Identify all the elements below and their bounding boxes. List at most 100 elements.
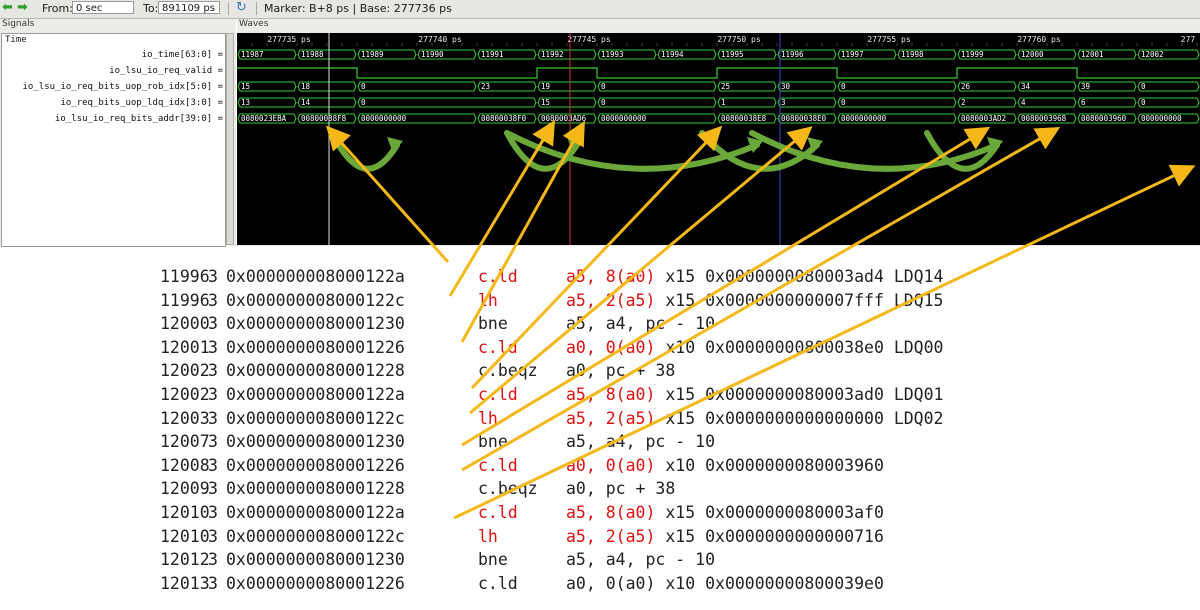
signal-rob-idx[interactable]: io_lsu_io_req_bits_uop_rob_idx[5:0] = xyxy=(23,82,223,92)
trace-operands: a0, 0(a0) xyxy=(566,573,656,593)
trace-hart-id: 3 xyxy=(208,385,218,404)
wave-req-valid[interactable] xyxy=(237,67,1200,79)
trace-opcode: c.beqz xyxy=(478,479,538,499)
to-time-input[interactable]: 891109 ps xyxy=(158,1,220,14)
dependency-arrows xyxy=(329,130,1003,172)
bus-value-label: 000000000 xyxy=(1141,114,1182,123)
trace-hart-id: 3 xyxy=(208,408,218,428)
bus-value-label: 0080003968 xyxy=(1021,114,1067,123)
signal-ldq-idx[interactable]: io_req_bits_uop_ldq_idx[3:0] = xyxy=(60,98,223,108)
trace-operands: a5, a4, pc - 10 xyxy=(566,314,716,334)
from-label: From: xyxy=(42,2,73,15)
forward-arrow-icon[interactable]: ➡ xyxy=(17,1,31,14)
bus-segment xyxy=(717,97,777,108)
trace-line: 120073 0x0000000080001230 bne a5, a4, pc - … xyxy=(160,431,715,453)
toolbar: ⬅ ➡ From: 0 sec To: 891109 ps ↻ Marker: … xyxy=(0,0,1200,19)
trace-line: 120133 0x0000000080001226 c.ld a0, 0(a0) x1… xyxy=(160,573,884,595)
wave-rob-idx[interactable]: 15 18 0 23 19 0 25 30 0 26 34 39 0 xyxy=(237,81,1200,92)
bus-segment xyxy=(1017,97,1077,108)
signals-header: Signals xyxy=(2,19,35,29)
trace-pc: 0x000000008000122a xyxy=(226,503,405,522)
from-time-input[interactable]: 0 sec xyxy=(72,1,134,14)
trace-cycle: 12003 xyxy=(160,408,210,428)
bus-value-label: 11992 xyxy=(541,50,564,59)
waveform-area[interactable]: 277735 ps 277740 ps 277745 ps 277750 ps 2777… xyxy=(237,33,1200,245)
time-signal-label[interactable]: Time xyxy=(5,35,27,45)
bus-segment xyxy=(777,97,837,108)
trace-result: x15 0x0000000000007fff LDQ15 xyxy=(655,290,944,310)
trace-hart-id: 3 xyxy=(208,550,218,570)
bus-segment xyxy=(357,97,537,108)
trace-hart-id: 3 xyxy=(208,573,218,593)
signal-io-time[interactable]: io_time[63:0] = xyxy=(142,50,223,60)
trace-line: 120023 0x000000008000122a c.ld a5, 8(a0) x1… xyxy=(160,384,944,406)
trace-cycle: 12002 xyxy=(160,385,210,404)
waveform-canvas[interactable]: 277735 ps 277740 ps 277745 ps 277750 ps 2777… xyxy=(237,33,1200,245)
trace-cycle: 12012 xyxy=(160,550,210,570)
trace-line: 120023 0x0000000080001228 c.beqz a0, pc + 3… xyxy=(160,360,675,382)
trace-pc: 0x0000000080001230 xyxy=(226,432,405,452)
bus-value-label: 11990 xyxy=(421,50,444,59)
bus-value-label: 11991 xyxy=(481,50,504,59)
bus-value-label: 11987 xyxy=(241,50,264,59)
bus-value-label: 00800038F0 xyxy=(481,114,527,123)
bus-segment xyxy=(1137,97,1200,108)
time-tick-label: 277750 ps xyxy=(717,35,761,44)
bus-value-label: 11994 xyxy=(661,50,684,59)
to-label: To: xyxy=(143,2,159,15)
trace-cycle: 12010 xyxy=(160,526,210,546)
trace-opcode: c.ld xyxy=(478,573,518,593)
toolbar-separator xyxy=(228,2,229,15)
trace-cycle: 12009 xyxy=(160,479,210,499)
trace-opcode: c.ld xyxy=(478,455,518,475)
trace-opcode: c.ld xyxy=(478,385,518,404)
bus-value-label: 12002 xyxy=(1141,50,1164,59)
trace-operands: a5, 2(a5) xyxy=(566,408,656,428)
trace-opcode: c.ld xyxy=(478,503,518,522)
bus-value-label: 11997 xyxy=(841,50,864,59)
trace-line: 120093 0x0000000080001228 c.beqz a0, pc + 3… xyxy=(160,478,675,500)
bus-value-label: 0080003AD6 xyxy=(541,114,587,123)
trace-line: 119963 0x000000008000122c lh a5, 2(a5) x15 … xyxy=(160,290,944,312)
trace-cycle: 12010 xyxy=(160,503,210,522)
trace-hart-id: 3 xyxy=(208,479,218,499)
bus-value-label: 18 xyxy=(301,82,311,91)
wave-ldq-idx[interactable]: 13 14 0 15 0 1 3 0 2 4 6 0 xyxy=(237,97,1200,108)
signals-list[interactable]: Time io_time[63:0] = io_lsu_io_req_valid… xyxy=(1,33,226,247)
trace-operands: a5, 8(a0) xyxy=(566,267,656,286)
bus-value-label: 15 xyxy=(241,82,250,91)
trace-line: 120003 0x0000000080001230 bne a5, a4, pc - … xyxy=(160,313,715,335)
trace-operands: a0, 0(a0) xyxy=(566,337,656,357)
signal-req-addr[interactable]: io_lsu_io_req_bits_addr[39:0] = xyxy=(55,114,223,124)
time-tick-label: 277740 ps xyxy=(418,35,462,44)
bus-value-label: 11996 xyxy=(781,50,804,59)
trace-pc: 0x0000000080001226 xyxy=(226,455,405,475)
trace-cycle: 12007 xyxy=(160,432,210,452)
bus-value-label: 25 xyxy=(721,82,730,91)
waves-pane: Waves 277735 ps 277740 ps 277745 ps 277750 … xyxy=(237,19,1200,246)
bus-value-label: 0080023EBA xyxy=(241,114,287,123)
trace-result: x10 0x00000000800039e0 xyxy=(655,573,884,593)
trace-pc: 0x000000008000122a xyxy=(226,385,405,404)
valid-trace xyxy=(237,67,1200,79)
signal-req-valid[interactable]: io_lsu_io_req_valid = xyxy=(109,66,223,76)
time-tick-label: 277745 ps xyxy=(567,35,611,44)
trace-result: x10 0x00000000800038e0 LDQ00 xyxy=(655,337,944,357)
bus-value-label: 0 xyxy=(601,82,606,91)
trace-hart-id: 3 xyxy=(208,290,218,310)
reload-icon[interactable]: ↻ xyxy=(236,1,252,15)
trace-opcode: lh xyxy=(478,290,498,310)
bus-value-label: 00800038E0 xyxy=(781,114,827,123)
trace-line: 120103 0x000000008000122a c.ld a5, 8(a0) x1… xyxy=(160,502,884,524)
wave-io-time[interactable]: 11987 11988 11989 11990 11991 11992 11993 11994… xyxy=(237,49,1200,60)
bus-value-label: 11998 xyxy=(901,50,924,59)
trace-cycle: 12000 xyxy=(160,314,210,334)
back-arrow-icon[interactable]: ⬅ xyxy=(2,1,16,14)
trace-operands: a5, 2(a5) xyxy=(566,290,656,310)
trace-line: 120103 0x000000008000122c lh a5, 2(a5) x15 … xyxy=(160,526,884,548)
trace-pc: 0x0000000080001228 xyxy=(226,361,405,381)
bus-segment xyxy=(597,97,717,108)
wave-req-addr[interactable]: 0080023EBA 00800038F8 0000000000 00800038F0… xyxy=(237,113,1200,124)
signals-scrollbar[interactable] xyxy=(226,33,234,245)
marker-readout: Marker: B+8 ps | Base: 277736 ps xyxy=(264,2,452,15)
